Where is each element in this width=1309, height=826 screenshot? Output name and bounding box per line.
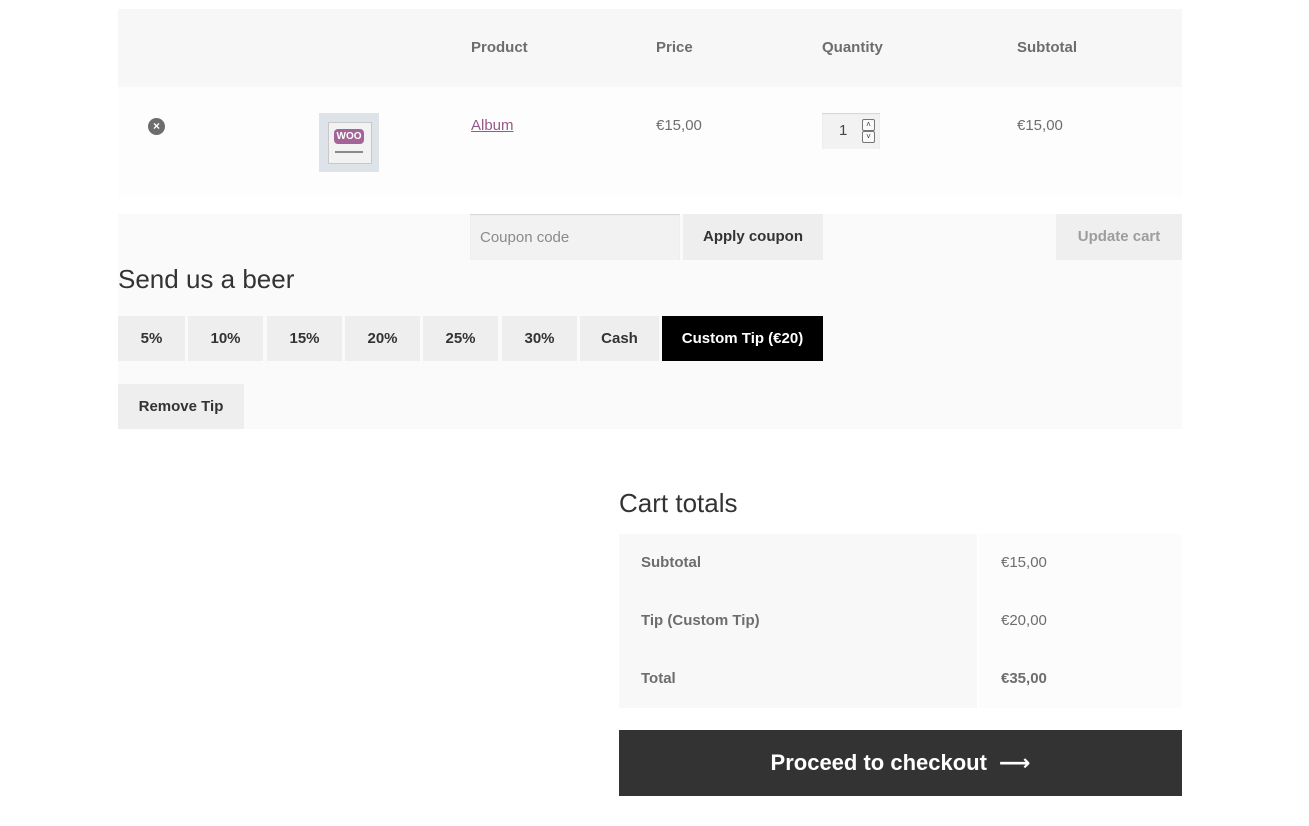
update-cart-button[interactable]: Update cart — [1056, 214, 1182, 260]
checkout-label: Proceed to checkout — [770, 750, 987, 775]
column-header-subtotal: Subtotal — [1017, 39, 1077, 56]
tip-option-cash[interactable]: Cash — [580, 316, 659, 361]
decorative-line — [335, 151, 363, 153]
cart-actions: Apply coupon Update cart Send us a beer … — [118, 214, 1182, 429]
quantity-decrement-button[interactable]: ˅ — [862, 131, 875, 143]
tip-option-custom[interactable]: Custom Tip (€20) — [662, 316, 823, 361]
totals-row-total: Total €35,00 — [619, 650, 1182, 708]
quantity-increment-button[interactable]: ˄ — [862, 119, 875, 131]
tip-option-30-percent[interactable]: 30% — [502, 316, 577, 361]
column-header-price: Price — [656, 39, 693, 56]
tip-option-5-percent[interactable]: 5% — [118, 316, 185, 361]
apply-coupon-button[interactable]: Apply coupon — [683, 214, 823, 260]
column-header-quantity: Quantity — [822, 39, 883, 56]
coupon-code-input[interactable] — [470, 214, 680, 260]
quantity-value[interactable]: 1 — [839, 113, 847, 149]
quantity-stepper[interactable]: 1 ˄ ˅ — [822, 113, 880, 149]
totals-label: Total — [641, 670, 676, 687]
tip-option-15-percent[interactable]: 15% — [267, 316, 342, 361]
totals-value: €15,00 — [1001, 554, 1047, 571]
tip-option-25-percent[interactable]: 25% — [423, 316, 498, 361]
proceed-to-checkout-button[interactable]: Proceed to checkout ⟶ — [619, 730, 1182, 796]
totals-row-subtotal: Subtotal €15,00 — [619, 534, 1182, 592]
tip-option-20-percent[interactable]: 20% — [345, 316, 420, 361]
cart-table-header: Product Price Quantity Subtotal — [118, 9, 1182, 87]
product-subtotal: €15,00 — [1017, 117, 1063, 134]
totals-value: €20,00 — [1001, 612, 1047, 629]
chevron-up-icon: ˄ — [866, 120, 871, 129]
cart-totals-title: Cart totals — [619, 488, 738, 518]
totals-row-tip: Tip (Custom Tip) €20,00 — [619, 592, 1182, 650]
totals-value: €35,00 — [1001, 670, 1047, 687]
cart-totals-table: Subtotal €15,00 Tip (Custom Tip) €20,00 … — [619, 534, 1182, 708]
woo-logo: WOO — [334, 129, 364, 144]
cart-item-row: × WOO Album €15,00 1 ˄ ˅ €15,00 — [118, 87, 1182, 197]
product-thumbnail[interactable]: WOO — [319, 113, 379, 172]
close-circle-icon: × — [152, 119, 160, 133]
woo-album-image: WOO — [328, 122, 372, 164]
totals-label: Tip (Custom Tip) — [641, 612, 760, 629]
tips-section-title: Send us a beer — [118, 264, 295, 294]
chevron-down-icon: ˅ — [866, 132, 871, 141]
remove-item-button[interactable]: × — [148, 118, 165, 135]
product-price: €15,00 — [656, 117, 702, 134]
product-name-link[interactable]: Album — [471, 117, 514, 134]
remove-tip-button[interactable]: Remove Tip — [118, 384, 244, 429]
arrow-right-icon: ⟶ — [998, 750, 1031, 775]
totals-label: Subtotal — [641, 554, 701, 571]
tip-option-10-percent[interactable]: 10% — [188, 316, 263, 361]
column-header-product: Product — [471, 39, 528, 56]
